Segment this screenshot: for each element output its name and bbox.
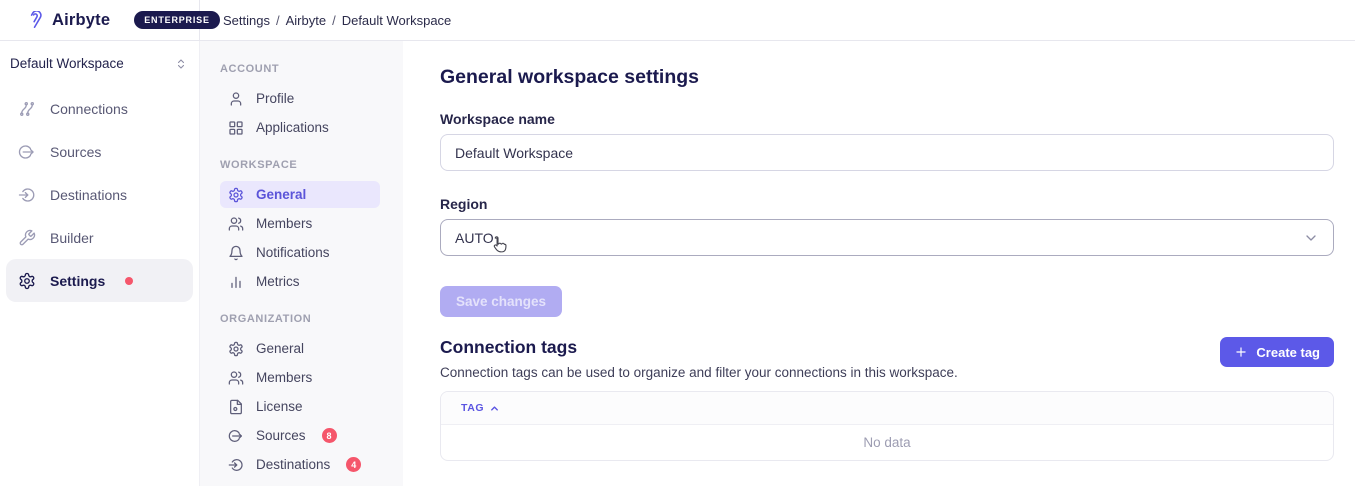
settings-nav-item-org-destinations[interactable]: Destinations 4 [220,451,380,478]
sidebar-nav: Connections Sources Destinations [0,87,199,302]
settings-nav-label: Profile [256,91,294,106]
plus-icon [1234,345,1248,359]
sidebar-item-connections[interactable]: Connections [6,87,193,130]
gear-icon [18,272,36,290]
sources-icon [228,428,244,444]
save-changes-button[interactable]: Save changes [440,286,562,317]
settings-nav-item-org-members[interactable]: Members [220,364,380,391]
sidebar-item-label: Builder [50,230,94,246]
main-content: General workspace settings Workspace nam… [403,41,1355,486]
users-icon [228,370,244,386]
settings-nav-label: Applications [256,120,329,135]
workspace-selector-label: Default Workspace [10,56,124,71]
gear-icon [228,187,244,203]
breadcrumb: Settings / Airbyte / Default Workspace [200,13,451,28]
sidebar-item-label: Connections [50,101,128,117]
page-title: General workspace settings [440,66,1334,89]
sidebar-item-label: Destinations [50,187,127,203]
settings-nav-item-license[interactable]: License [220,393,380,420]
settings-nav-section-organization: ORGANIZATION General Members [220,313,383,478]
breadcrumb-airbyte[interactable]: Airbyte [286,13,326,28]
breadcrumb-separator: / [332,13,336,28]
wrench-icon [18,229,36,247]
sidebar-item-label: Settings [50,273,105,289]
settings-nav-label: Members [256,216,312,231]
connection-tags-description: Connection tags can be used to organize … [440,365,958,380]
section-title: ACCOUNT [220,63,383,75]
sources-icon [18,143,36,161]
grid-icon [228,120,244,136]
tags-table-header-row[interactable]: TAG [441,392,1333,425]
section-title: ORGANIZATION [220,313,383,325]
connection-tags-header: Connection tags Connection tags can be u… [440,337,1334,380]
settings-nav-item-workspace-members[interactable]: Members [220,210,380,237]
settings-nav-item-notifications[interactable]: Notifications [220,239,380,266]
settings-nav-label: License [256,399,303,414]
brand-area: Airbyte ENTERPRISE [0,0,200,40]
settings-nav-section-account: ACCOUNT Profile Applications [220,63,383,141]
tag-column-header: TAG [461,402,484,414]
sidebar-item-label: Sources [50,144,101,160]
destinations-icon [228,457,244,473]
settings-nav-item-metrics[interactable]: Metrics [220,268,380,295]
create-tag-button[interactable]: Create tag [1220,337,1334,367]
settings-nav-item-org-general[interactable]: General [220,335,380,362]
user-icon [228,91,244,107]
workspace-name-label: Workspace name [440,111,1334,127]
bar-chart-icon [228,274,244,290]
sidebar-item-settings[interactable]: Settings [6,259,193,302]
settings-nav-label: Destinations [256,457,330,472]
gear-icon [228,341,244,357]
create-tag-label: Create tag [1256,345,1320,360]
main-sidebar: Default Workspace Connections [0,41,200,486]
file-gear-icon [228,399,244,415]
settings-nav-label: General [256,341,304,356]
chevron-up-down-icon [175,58,187,70]
sidebar-item-sources[interactable]: Sources [6,130,193,173]
settings-nav-label: Metrics [256,274,300,289]
sort-ascending-icon [489,403,500,414]
region-select[interactable]: AUTO [440,219,1334,256]
section-title: WORKSPACE [220,159,383,171]
destinations-icon [18,186,36,204]
sidebar-item-destinations[interactable]: Destinations [6,173,193,216]
users-icon [228,216,244,232]
connection-tags-title: Connection tags [440,337,958,358]
bell-icon [228,245,244,261]
brand-name: Airbyte [52,11,110,30]
breadcrumb-separator: / [276,13,280,28]
settings-nav-section-workspace: WORKSPACE General Members [220,159,383,295]
airbyte-logo-icon [27,11,46,30]
connections-icon [18,100,36,118]
workspace-name-input[interactable] [440,134,1334,171]
settings-nav-label: General [256,187,306,202]
sources-count-badge: 8 [322,428,337,443]
top-bar: Airbyte ENTERPRISE Settings / Airbyte / … [0,0,1355,41]
settings-nav-label: Members [256,370,312,385]
destinations-count-badge: 4 [346,457,361,472]
settings-nav-label: Notifications [256,245,330,260]
tags-table: TAG No data [440,391,1334,461]
region-label: Region [440,196,1334,212]
region-selected-value: AUTO [455,230,494,246]
sidebar-item-builder[interactable]: Builder [6,216,193,259]
workspace-selector[interactable]: Default Workspace [0,41,199,79]
chevron-down-icon [1303,230,1319,246]
settings-nav-item-profile[interactable]: Profile [220,85,380,112]
settings-nav-label: Sources [256,428,306,443]
settings-nav-item-workspace-general[interactable]: General [220,181,380,208]
notification-dot [125,277,133,285]
connection-tags-titleblock: Connection tags Connection tags can be u… [440,337,958,380]
settings-nav-item-org-sources[interactable]: Sources 8 [220,422,380,449]
settings-nav: ACCOUNT Profile Applications WORKSPACE [200,41,403,486]
breadcrumb-settings[interactable]: Settings [223,13,270,28]
tags-empty-state: No data [441,425,1333,460]
settings-nav-item-applications[interactable]: Applications [220,114,380,141]
breadcrumb-default-workspace: Default Workspace [342,13,452,28]
